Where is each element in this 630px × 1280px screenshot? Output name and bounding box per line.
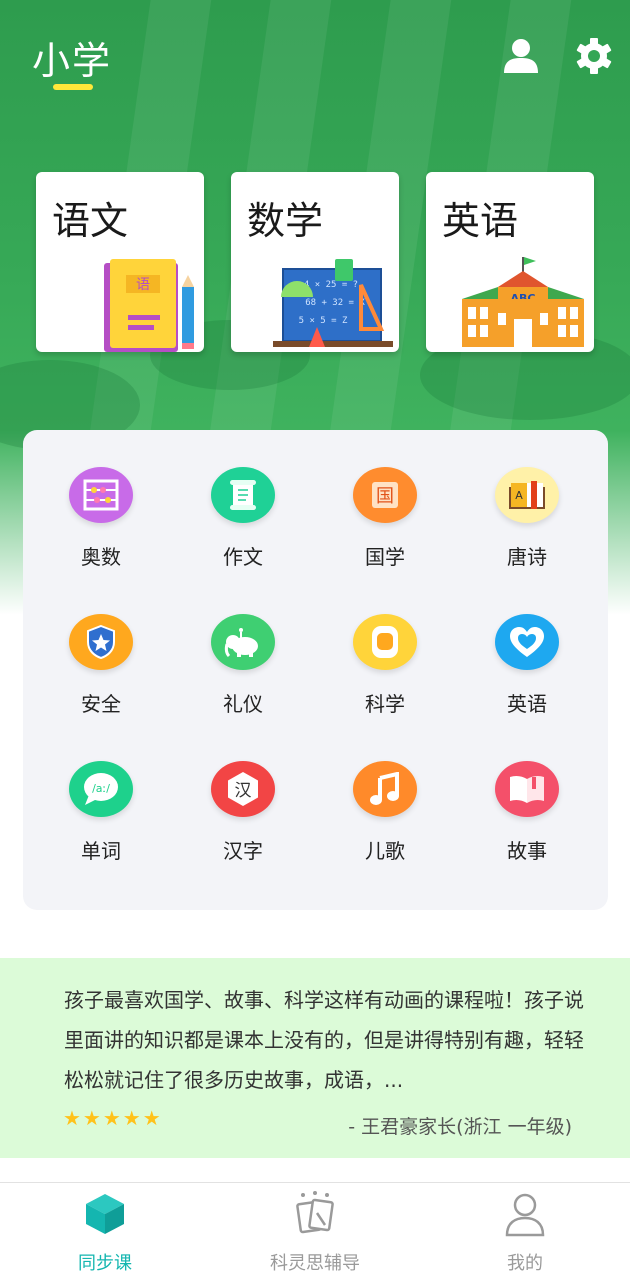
user-icon[interactable] <box>501 36 541 76</box>
hanzi-glyph: 汉 <box>235 781 252 801</box>
category-item-aoshu[interactable]: 奥数 <box>30 430 172 570</box>
category-item-liyi[interactable]: 礼仪 <box>172 577 314 717</box>
tab-tutoring[interactable]: 科灵思辅导 <box>210 1183 420 1280</box>
board-line: 5 × 5 = Z <box>299 316 348 326</box>
category-item-yingyu[interactable]: 英语 <box>456 577 598 717</box>
tab-sync-course[interactable]: 同步课 <box>0 1183 210 1280</box>
subject-card-label: 英语 <box>442 199 519 243</box>
subject-card-math[interactable]: 数学 4 × 25 = ? 68 + 32 = X 5 × 5 = Z <box>231 172 399 352</box>
parent-review[interactable]: 孩子最喜欢国学、故事、科学这样有动画的课程啦！孩子说里面讲的知识都是课本上没有的… <box>0 958 630 1158</box>
subject-card-chinese[interactable]: 语文 语 <box>36 172 204 352</box>
gear-icon[interactable] <box>574 36 614 76</box>
category-item-erge[interactable]: 儿歌 <box>314 724 456 864</box>
tutoring-icon <box>293 1191 337 1237</box>
svg-text:A: A <box>515 489 523 502</box>
category-item-danci[interactable]: /aː/ 单词 <box>30 724 172 864</box>
book-char: 语 <box>136 277 150 293</box>
category-item-anquan[interactable]: 安全 <box>30 577 172 717</box>
category-item-guoxue[interactable]: 国 国学 <box>314 430 456 570</box>
subject-cards: 语文 语 数学 4 × 25 = ? 68 + 32 = X 5 × 5 = Z <box>36 172 596 352</box>
poem-book-icon: A <box>495 467 559 523</box>
abacus-icon <box>69 467 133 523</box>
category-label: 单词 <box>81 839 121 863</box>
guoxue-glyph: 国 <box>376 486 394 507</box>
hanzi-hexagon-icon: 汉 <box>211 761 275 817</box>
open-book-icon <box>495 761 559 817</box>
math-board-icon: 4 × 25 = ? 68 + 32 = X 5 × 5 = Z <box>273 259 393 347</box>
device-icon <box>353 614 417 670</box>
review-author: - 王君豪家长(浙江 一年级) <box>348 1116 572 1138</box>
phonetic-bubble-icon: /aː/ <box>69 761 133 817</box>
category-label: 英语 <box>507 692 547 716</box>
category-label: 唐诗 <box>507 545 547 569</box>
elephant-icon <box>211 614 275 670</box>
profile-icon <box>503 1191 547 1237</box>
category-item-gushi[interactable]: 故事 <box>456 724 598 864</box>
category-label: 国学 <box>365 545 405 569</box>
category-label: 故事 <box>507 839 547 863</box>
cube-icon <box>83 1191 127 1237</box>
tab-label: 我的 <box>507 1253 543 1274</box>
review-text: 孩子最喜欢国学、故事、科学这样有动画的课程啦！孩子说里面讲的知识都是课本上没有的… <box>64 988 584 1092</box>
star-rating: ★★★★★ <box>63 1106 163 1130</box>
category-item-zuowen[interactable]: 作文 <box>172 430 314 570</box>
phonetic-glyph: /aː/ <box>92 782 110 795</box>
category-label: 安全 <box>81 692 121 716</box>
category-label: 礼仪 <box>223 692 263 716</box>
category-label: 儿歌 <box>365 839 405 863</box>
category-item-hanzi[interactable]: 汉 汉字 <box>172 724 314 864</box>
title-underline <box>53 84 93 90</box>
tab-mine[interactable]: 我的 <box>420 1183 630 1280</box>
category-label: 科学 <box>365 692 405 716</box>
board-line: 68 + 32 = X <box>305 298 365 308</box>
category-item-kexue[interactable]: 科学 <box>314 577 456 717</box>
subject-card-label: 语文 <box>52 199 129 243</box>
heart-hands-icon <box>495 614 559 670</box>
school-building-icon: ABC <box>462 257 584 347</box>
tab-label: 科灵思辅导 <box>270 1253 360 1274</box>
music-note-icon <box>353 761 417 817</box>
subject-card-english[interactable]: 英语 ABC <box>426 172 594 352</box>
category-item-tangshi[interactable]: A 唐诗 <box>456 430 598 570</box>
category-label: 汉字 <box>223 839 263 863</box>
category-grid: 奥数 作文 国 国学 A 唐诗 安全 礼仪 科学 英语 /aː/ 单词 汉 汉字… <box>23 430 608 910</box>
category-label: 奥数 <box>81 545 121 569</box>
guoxue-icon: 国 <box>353 467 417 523</box>
subject-card-label: 数学 <box>247 199 324 243</box>
scroll-icon <box>211 467 275 523</box>
shield-star-icon <box>69 614 133 670</box>
board-line: 4 × 25 = ? <box>304 280 358 290</box>
chinese-book-icon: 语 <box>104 259 194 352</box>
bottom-tab-bar: 同步课 科灵思辅导 我的 <box>0 1182 630 1280</box>
tab-label: 同步课 <box>78 1253 132 1274</box>
page-title[interactable]: 小学 <box>32 30 112 85</box>
category-label: 作文 <box>223 545 263 569</box>
